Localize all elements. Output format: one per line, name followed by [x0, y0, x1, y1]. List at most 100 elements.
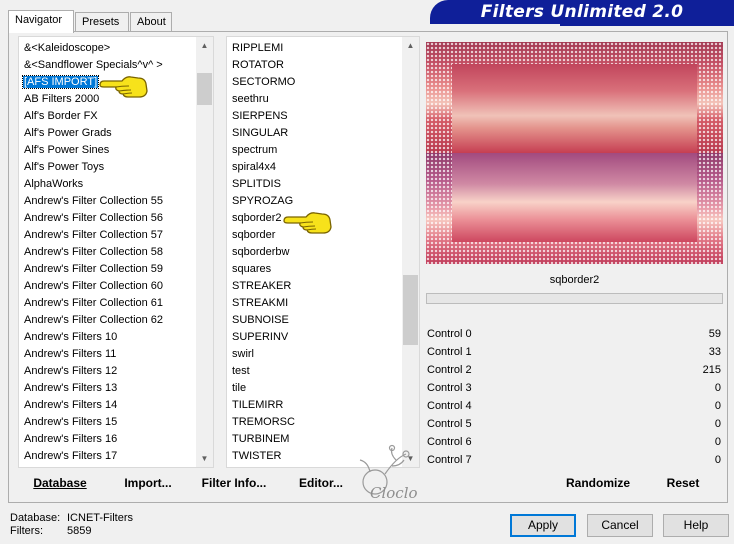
reset-button-label: Reset — [666, 476, 700, 490]
category-list[interactable]: &<Kaleidoscope> &<Sandflower Specials^v^ … — [18, 36, 214, 468]
control-value: 0 — [714, 382, 721, 394]
filter-item[interactable]: SIERPENS — [227, 108, 402, 125]
control-name: Control 5 — [427, 418, 472, 430]
reset-button[interactable]: Reset — [660, 474, 706, 492]
database-info: Database: ICNET-Filters Filters: 5859 — [10, 512, 133, 538]
preview-bottom-half — [426, 153, 723, 264]
control-value: 0 — [714, 436, 721, 448]
brand-banner: Filters Unlimited 2.0 — [430, 0, 734, 24]
filter-item[interactable]: ROTATOR — [227, 57, 402, 74]
filter-item[interactable]: test — [227, 363, 402, 380]
control-row[interactable]: Control 70 — [426, 451, 723, 469]
scroll-up-arrow-icon[interactable]: ▲ — [402, 37, 419, 54]
filter-item-label: sqborderbw — [232, 246, 290, 258]
tab-navigator[interactable]: Navigator — [8, 10, 74, 33]
filter-item-label: SUBNOISE — [232, 314, 289, 326]
tab-presets[interactable]: Presets — [75, 12, 129, 32]
category-scroll-thumb[interactable] — [197, 73, 212, 105]
filter-item-label: seethru — [232, 93, 269, 105]
randomize-button[interactable]: Randomize — [562, 474, 634, 492]
category-item-label: Alf's Power Sines — [24, 144, 110, 156]
brand-title: Filters Unlimited 2.0 — [480, 2, 684, 22]
category-item-label: Andrew's Filter Collection 56 — [24, 212, 164, 224]
filter-item[interactable]: squares — [227, 261, 402, 278]
filter-item-label: TWISTER — [232, 450, 282, 462]
control-row[interactable]: Control 4 0 — [426, 397, 723, 415]
category-item[interactable]: Andrew's Filters 15 — [19, 414, 196, 431]
category-item[interactable]: Andrew's Filter Collection 56 — [19, 210, 196, 227]
cancel-button[interactable]: Cancel — [587, 514, 653, 537]
category-item[interactable]: Andrew's Filters 10 — [19, 329, 196, 346]
category-item-label: Andrew's Filter Collection 57 — [24, 229, 164, 241]
filter-item[interactable]: SUPERINV — [227, 329, 402, 346]
filter-item[interactable]: SECTORMO — [227, 74, 402, 91]
category-item-label: Alf's Power Grads — [24, 127, 112, 139]
filter-item[interactable]: STREAKMI — [227, 295, 402, 312]
control-value: 215 — [702, 364, 721, 376]
filter-list[interactable]: RIPPLEMI ROTATOR SECTORMO seethru SIERPENS SI… — [226, 36, 420, 468]
filter-item[interactable]: RIPPLEMI — [227, 40, 402, 57]
category-item[interactable]: Andrew's Filters 14 — [19, 397, 196, 414]
database-button[interactable]: Database — [30, 474, 90, 492]
control-value: 0 — [714, 454, 721, 466]
category-item-label: Andrew's Filters 13 — [24, 382, 118, 394]
category-item[interactable]: Andrew's Filters 12 — [19, 363, 196, 380]
filter-item-label: ROTATOR — [232, 59, 284, 71]
category-item[interactable]: &<Kaleidoscope> — [19, 40, 196, 57]
control-row[interactable]: Control 0 59 — [426, 325, 723, 343]
category-item[interactable]: Alf's Power Grads — [19, 125, 196, 142]
filter-item-label: TILEMIRR — [232, 399, 284, 411]
apply-button[interactable]: Apply — [510, 514, 576, 537]
pointing-hand-icon — [283, 212, 332, 234]
scroll-down-arrow-icon[interactable]: ▼ — [196, 450, 213, 467]
filter-item[interactable]: sqborderbw — [227, 244, 402, 261]
filter-info-button[interactable]: Filter Info... — [200, 474, 268, 492]
filter-item[interactable]: SUBNOISE — [227, 312, 402, 329]
category-item[interactable]: Alf's Power Sines — [19, 142, 196, 159]
category-item[interactable]: Andrew's Filter Collection 62 — [19, 312, 196, 329]
category-item[interactable]: Andrew's Filter Collection 59 — [19, 261, 196, 278]
category-item[interactable]: Alf's Power Toys — [19, 159, 196, 176]
category-item[interactable]: Alf's Border FX — [19, 108, 196, 125]
watermark-text: Cloclo — [370, 484, 418, 502]
filter-item[interactable]: STREAKER — [227, 278, 402, 295]
category-item[interactable]: AlphaWorks — [19, 176, 196, 193]
category-item[interactable]: Andrew's Filter Collection 58 — [19, 244, 196, 261]
import-button[interactable]: Import... — [120, 474, 176, 492]
control-row[interactable]: Control 60 — [426, 433, 723, 451]
category-item[interactable]: Andrew's Filter Collection 55 — [19, 193, 196, 210]
category-item[interactable]: Andrew's Filter Collection 60 — [19, 278, 196, 295]
filter-scrollbar[interactable]: ▲ ▼ — [402, 37, 419, 467]
tab-navigator-label: Navigator — [15, 14, 63, 26]
filter-scroll-thumb[interactable] — [403, 275, 418, 345]
filter-item[interactable]: swirl — [227, 346, 402, 363]
category-item[interactable]: Andrew's Filter Collection 57 — [19, 227, 196, 244]
filter-item[interactable]: SINGULAR — [227, 125, 402, 142]
filters-count-label: Filters: — [10, 525, 43, 537]
help-button-label: Help — [683, 518, 709, 532]
category-item-label: Andrew's Filters 16 — [24, 433, 118, 445]
filter-item[interactable]: spiral4x4 — [227, 159, 402, 176]
category-scrollbar[interactable]: ▲ ▼ — [196, 37, 213, 467]
control-row[interactable]: Control 3 0 — [426, 379, 723, 397]
control-row[interactable]: Control 1 33 — [426, 343, 723, 361]
category-item[interactable]: Andrew's Filters 11 — [19, 346, 196, 363]
help-button[interactable]: Help — [663, 514, 729, 537]
filter-item[interactable]: SPLITDIS — [227, 176, 402, 193]
category-item[interactable]: Andrew's Filter Collection 61 — [19, 295, 196, 312]
filter-item[interactable]: TILEMIRR — [227, 397, 402, 414]
filter-item[interactable]: tile — [227, 380, 402, 397]
filter-item-label: sqborder — [232, 229, 276, 241]
filter-item[interactable]: TREMORSC — [227, 414, 402, 431]
category-item[interactable]: Andrew's Filters 16 — [19, 431, 196, 448]
category-item[interactable]: Andrew's Filters 17 — [19, 448, 196, 465]
filter-info-button-label: Filter Info... — [201, 476, 267, 490]
filter-item[interactable]: seethru — [227, 91, 402, 108]
category-item-label: Andrew's Filter Collection 58 — [24, 246, 164, 258]
category-item[interactable]: Andrew's Filters 13 — [19, 380, 196, 397]
control-row[interactable]: Control 2 215 — [426, 361, 723, 379]
scroll-up-arrow-icon[interactable]: ▲ — [196, 37, 213, 54]
filter-item[interactable]: spectrum — [227, 142, 402, 159]
control-row[interactable]: Control 5 0 — [426, 415, 723, 433]
tab-about[interactable]: About — [130, 12, 172, 32]
